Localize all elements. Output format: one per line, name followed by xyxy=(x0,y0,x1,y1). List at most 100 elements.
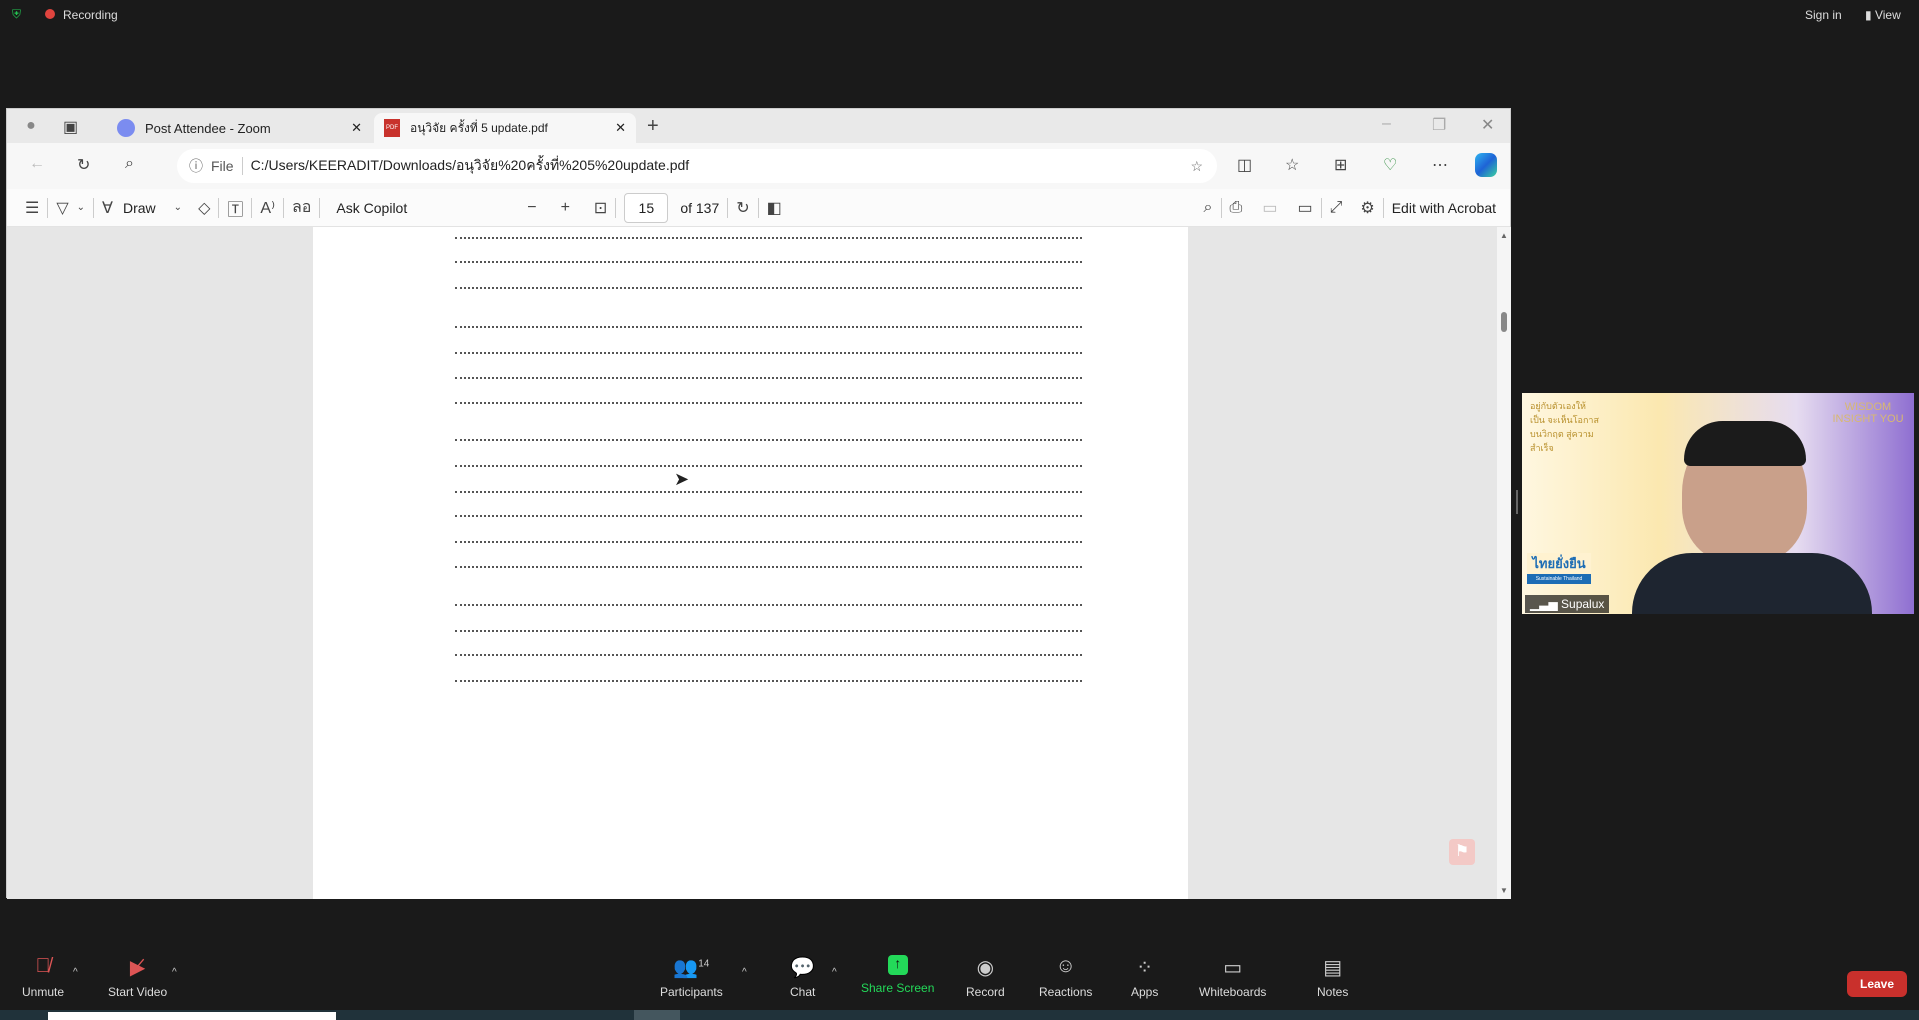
restore-icon[interactable]: ❐ xyxy=(1432,115,1446,135)
profile-icon[interactable]: ● xyxy=(21,115,41,137)
dotted-line xyxy=(455,439,1082,441)
find-icon[interactable]: ⌕ xyxy=(1204,199,1213,217)
chevron-down-icon[interactable]: ⌄ xyxy=(77,202,85,213)
panel-resize-handle[interactable] xyxy=(1516,490,1518,514)
scroll-down-icon[interactable]: ▼ xyxy=(1500,886,1508,895)
favorites-icon[interactable]: ☆ xyxy=(1285,155,1299,175)
rotate-icon[interactable]: ↻ xyxy=(736,198,749,218)
tab-actions-icon[interactable]: ▣ xyxy=(63,117,78,137)
refresh-icon[interactable]: ↻ xyxy=(77,155,90,175)
back-icon[interactable]: ← xyxy=(29,155,45,173)
fullscreen-icon[interactable]: ⤢ xyxy=(1330,199,1343,217)
unmute-button[interactable]: 🎙̸ Unmute xyxy=(22,955,64,999)
apps-button[interactable]: ⁘ Apps xyxy=(1131,955,1158,999)
new-tab-icon[interactable]: + xyxy=(647,115,659,138)
search-icon[interactable]: ⌕ xyxy=(125,155,134,173)
start-video-button[interactable]: ▶̸ Start Video xyxy=(108,955,167,999)
text-box-icon[interactable]: 🅃 xyxy=(227,196,243,220)
chat-chevron-icon[interactable]: ^ xyxy=(832,967,837,978)
address-bar[interactable]: ⓘ File C:/Users/KEERADIT/Downloads/อนุวิ… xyxy=(177,149,1217,183)
logo-subtext: Sustainable Thailand xyxy=(1535,576,1583,582)
dotted-line xyxy=(455,237,1082,239)
minimize-icon[interactable]: – xyxy=(1382,115,1391,133)
zoom-top-bar: ⛨ Recording Sign in ▮ View xyxy=(0,0,1919,30)
fit-width-icon[interactable]: ⊡ xyxy=(594,198,607,218)
participants-button[interactable]: 👥14 Participants xyxy=(660,955,723,999)
page-count: of 137 xyxy=(680,199,720,216)
dotted-line xyxy=(455,377,1082,379)
video-options-chevron-icon[interactable]: ^ xyxy=(172,967,177,978)
more-icon[interactable]: ⋯ xyxy=(1432,155,1448,175)
browser-essentials-icon[interactable]: ♡ xyxy=(1383,155,1397,175)
dotted-line xyxy=(455,541,1082,543)
reactions-button[interactable]: ☺ Reactions xyxy=(1039,955,1092,999)
person-hair xyxy=(1684,421,1806,466)
whiteboard-icon: ▭ xyxy=(1223,957,1243,979)
notes-button[interactable]: ▤ Notes xyxy=(1317,955,1348,999)
view-button[interactable]: ▮ View xyxy=(1865,8,1901,22)
recording-label[interactable]: Recording xyxy=(63,8,118,22)
signal-icon: ▁▃▅ xyxy=(1530,597,1558,611)
url-text[interactable]: C:/Users/KEERADIT/Downloads/อนุวิจัย%20ค… xyxy=(251,155,690,177)
scroll-thumb[interactable] xyxy=(1501,312,1507,332)
zoom-meeting-toolbar: 🎙̸ Unmute ^ ▶̸ Start Video ^ 👥14 Participan… xyxy=(0,955,1919,1010)
contents-icon[interactable]: ☰ xyxy=(25,198,39,218)
favorite-star-icon[interactable]: ☆ xyxy=(1190,158,1203,175)
whiteboards-button[interactable]: ▭ Whiteboards xyxy=(1199,955,1266,999)
highlight-icon[interactable]: ▽ xyxy=(56,198,68,218)
dotted-line xyxy=(455,515,1082,517)
chat-icon: 💬 xyxy=(790,957,816,979)
reactions-label: Reactions xyxy=(1039,985,1093,999)
whiteboards-label: Whiteboards xyxy=(1199,985,1267,999)
dotted-line xyxy=(455,326,1082,328)
dotted-line xyxy=(455,352,1082,354)
save-icon[interactable]: ▭ xyxy=(1262,198,1277,218)
participant-video[interactable]: อยู่กับตัวเองให้เป็น จะเห็นโอกาสบนวิกฤต … xyxy=(1522,393,1914,614)
taskbar-thumbnail[interactable] xyxy=(48,1012,336,1020)
share-screen-button[interactable]: ↑ Share Screen xyxy=(861,955,934,995)
acrobat-icon[interactable]: ⚑ xyxy=(1449,839,1475,865)
split-screen-icon[interactable]: ◫ xyxy=(1237,155,1252,175)
copilot-icon[interactable] xyxy=(1475,153,1497,177)
translate-icon[interactable]: ลอ xyxy=(292,195,311,220)
scrollbar[interactable]: ▲ ▼ xyxy=(1497,227,1511,899)
tab-title: อนุวิจัย ครั้งที่ 5 update.pdf xyxy=(410,120,548,135)
edit-with-acrobat-button[interactable]: Edit with Acrobat xyxy=(1392,200,1496,216)
info-icon[interactable]: ⓘ xyxy=(189,156,203,176)
page-view-icon[interactable]: ◧ xyxy=(767,198,782,218)
zoom-out-icon[interactable]: − xyxy=(527,199,536,217)
sign-in-button[interactable]: Sign in xyxy=(1805,8,1842,22)
tab-post-attendee[interactable]: Post Attendee - Zoom ✕ xyxy=(107,113,372,143)
collections-icon[interactable]: ⊞ xyxy=(1334,155,1347,175)
participants-chevron-icon[interactable]: ^ xyxy=(742,967,747,978)
dotted-line xyxy=(455,491,1082,493)
close-window-icon[interactable]: ✕ xyxy=(1481,115,1494,135)
read-aloud-icon[interactable]: A⁾ xyxy=(260,198,275,218)
background-text: อยู่กับตัวเองให้เป็น จะเห็นโอกาสบนวิกฤต … xyxy=(1530,401,1599,453)
page-number-input[interactable]: 15 xyxy=(624,192,669,223)
close-tab-icon[interactable]: ✕ xyxy=(615,120,626,136)
draw-button[interactable]: Draw xyxy=(123,200,156,216)
audio-options-chevron-icon[interactable]: ^ xyxy=(73,967,78,978)
dotted-line xyxy=(455,604,1082,606)
close-tab-icon[interactable]: ✕ xyxy=(351,120,362,136)
participant-name: Supalux xyxy=(1561,597,1605,611)
dotted-line xyxy=(455,654,1082,656)
zoom-in-icon[interactable]: + xyxy=(561,199,570,217)
save-as-icon[interactable]: ▭ xyxy=(1297,198,1312,218)
tab-pdf[interactable]: PDF อนุวิจัย ครั้งที่ 5 update.pdf ✕ xyxy=(374,113,636,143)
eraser-icon[interactable]: ◇ xyxy=(198,198,210,218)
ask-copilot-button[interactable]: Ask Copilot xyxy=(336,200,407,216)
scroll-up-icon[interactable]: ▲ xyxy=(1500,231,1508,240)
chevron-down-icon[interactable]: ⌄ xyxy=(174,202,182,213)
leave-button[interactable]: Leave xyxy=(1847,971,1907,997)
draw-icon[interactable]: ∀ xyxy=(102,198,113,218)
print-icon[interactable]: ⎙ xyxy=(1230,199,1243,217)
taskbar-item[interactable] xyxy=(634,1010,680,1020)
participants-label: Participants xyxy=(660,985,723,999)
chat-button[interactable]: 💬 Chat xyxy=(790,955,815,999)
zoom-favicon xyxy=(117,119,135,137)
notes-label: Notes xyxy=(1317,985,1349,999)
record-button[interactable]: ◉ Record xyxy=(966,955,1005,999)
settings-icon[interactable]: ⚙ xyxy=(1360,198,1374,218)
